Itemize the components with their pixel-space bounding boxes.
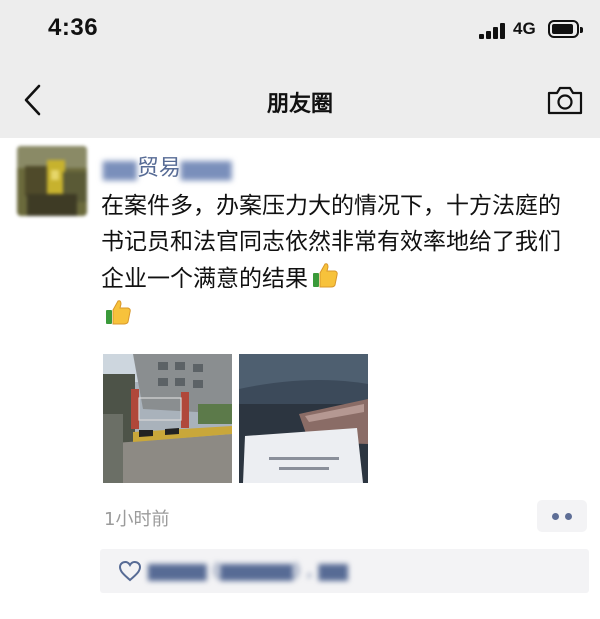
avatar[interactable]	[17, 146, 87, 216]
author-name-blurred-suffix: ▆▆▆	[180, 156, 232, 181]
status-time: 4:36	[48, 14, 99, 41]
liker-names-blurred[interactable]: ▆▆▆▆ (▆▆▆▆▆) , ▆▆	[148, 559, 348, 581]
moment-post: ▆▆贸易▆▆▆ 在案件多，办案压力大的情况下，十方法庭的书记员和法官同志依然非常…	[0, 138, 600, 619]
post-photo-document[interactable]	[239, 354, 368, 483]
heart-icon	[118, 560, 142, 582]
status-bar: 4:36 4G	[0, 0, 600, 62]
post-text: 在案件多，办案压力大的情况下，十方法庭的书记员和法官同志依然非常有效率地给了我们…	[101, 188, 581, 334]
camera-icon[interactable]	[546, 84, 584, 116]
post-photo-building[interactable]	[103, 354, 232, 483]
thumbs-up-icon	[106, 300, 131, 325]
author-name-visible: 贸易	[136, 156, 181, 181]
post-time: 1小时前	[104, 509, 170, 530]
author-name-blurred-prefix: ▆▆	[103, 156, 137, 181]
page-title: 朋友圈	[266, 92, 333, 117]
network-type: 4G	[513, 19, 536, 38]
thumbs-up-icon	[313, 263, 338, 288]
more-icon	[552, 513, 559, 520]
more-button[interactable]	[537, 500, 587, 532]
likes-section: ▆▆▆▆ (▆▆▆▆▆) , ▆▆	[100, 549, 589, 593]
author-name[interactable]: ▆▆贸易▆▆▆	[103, 150, 232, 181]
battery-icon	[548, 20, 583, 38]
signal-icon	[479, 23, 509, 39]
nav-bar: 朋友圈	[0, 62, 600, 138]
